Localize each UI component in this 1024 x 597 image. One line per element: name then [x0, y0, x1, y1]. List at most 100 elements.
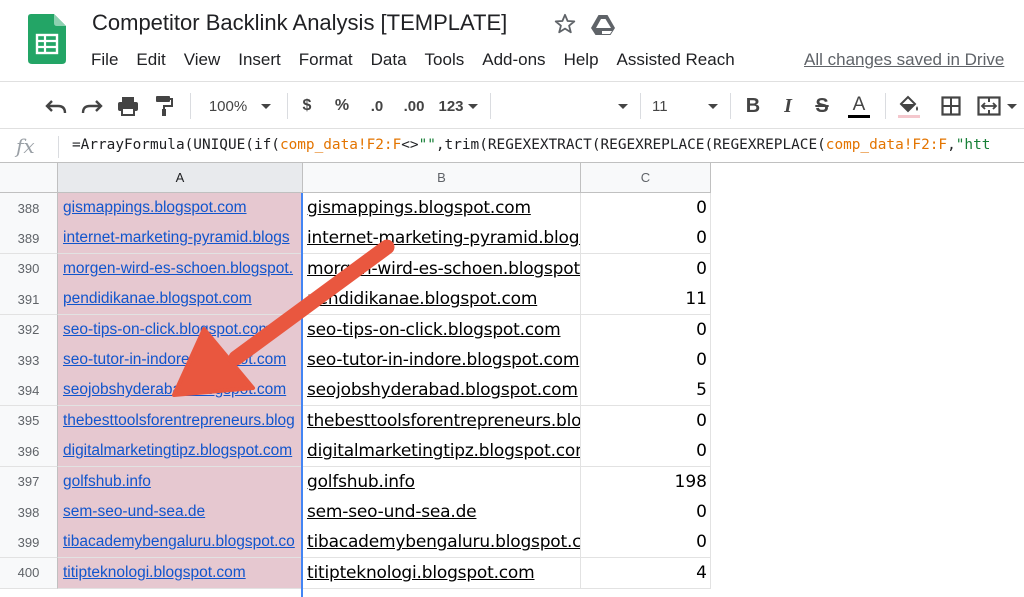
- cell-a[interactable]: thebesttoolsforentrepreneurs.blog: [58, 405, 303, 437]
- row-header[interactable]: 395: [0, 405, 58, 437]
- cell-c[interactable]: 11: [581, 284, 711, 316]
- row-header[interactable]: 389: [0, 223, 58, 255]
- fill-color-button[interactable]: [896, 92, 922, 120]
- formula-part: comp_data!F2:F: [279, 137, 402, 153]
- cell-b[interactable]: gismappings.blogspot.com: [303, 193, 581, 224]
- text-color-icon: A: [852, 93, 866, 115]
- cell-a[interactable]: seo-tutor-in-indore.blogspot.com: [58, 345, 303, 376]
- cell-c[interactable]: 0: [581, 314, 711, 346]
- cell-c[interactable]: 5: [581, 375, 711, 407]
- column-header-b[interactable]: B: [303, 163, 581, 193]
- column-header-a[interactable]: A: [58, 163, 303, 193]
- bold-button[interactable]: B: [741, 92, 765, 120]
- font-family-select[interactable]: [500, 92, 628, 120]
- paint-format-icon: [156, 96, 173, 116]
- cell-b[interactable]: golfshub.info: [303, 466, 581, 498]
- italic-button[interactable]: I: [776, 92, 800, 120]
- cell-b[interactable]: titipteknologi.blogspot.com: [303, 557, 581, 589]
- row-header[interactable]: 392: [0, 314, 58, 346]
- cell-a[interactable]: pendidikanae.blogspot.com: [58, 284, 303, 316]
- row-header[interactable]: 394: [0, 375, 58, 407]
- menu-edit[interactable]: Edit: [127, 48, 174, 72]
- menu-data[interactable]: Data: [362, 48, 416, 72]
- cell-a[interactable]: seo-tips-on-click.blogspot.com: [58, 314, 303, 346]
- undo-button[interactable]: [42, 92, 70, 120]
- cell-a[interactable]: golfshub.info: [58, 466, 303, 498]
- chevron-down-icon: [467, 103, 478, 109]
- document-title[interactable]: Competitor Backlink Analysis [TEMPLATE]: [92, 10, 507, 36]
- row-header[interactable]: 398: [0, 497, 58, 528]
- row-header[interactable]: 393: [0, 345, 58, 376]
- column-header-c[interactable]: C: [581, 163, 711, 193]
- toolbar: 100% $ % .0 .00 123 11 B I S A: [0, 83, 1024, 129]
- cell-a[interactable]: digitalmarketingtipz.blogspot.com: [58, 436, 303, 468]
- cell-c[interactable]: 0: [581, 193, 711, 224]
- menu-assisted-reach[interactable]: Assisted Reach: [608, 48, 744, 72]
- cell-c[interactable]: 0: [581, 223, 711, 255]
- save-status-link[interactable]: All changes saved in Drive: [804, 48, 1004, 72]
- row-header[interactable]: 391: [0, 284, 58, 316]
- more-formats-select[interactable]: 123: [436, 92, 480, 120]
- cell-b[interactable]: seo-tips-on-click.blogspot.com: [303, 314, 581, 346]
- cell-c[interactable]: 0: [581, 436, 711, 468]
- bold-icon: B: [745, 94, 761, 117]
- menu-help[interactable]: Help: [555, 48, 608, 72]
- sheets-logo[interactable]: [28, 14, 66, 64]
- cell-c[interactable]: 0: [581, 345, 711, 376]
- cell-b[interactable]: pendidikanae.blogspot.com: [303, 284, 581, 316]
- percent-format-button[interactable]: %: [330, 92, 354, 120]
- cell-a[interactable]: seojobshyderabad.blogspot.com: [58, 375, 303, 407]
- zoom-select[interactable]: 100%: [202, 92, 278, 120]
- cell-b[interactable]: seo-tutor-in-indore.blogspot.com: [303, 345, 581, 376]
- redo-button[interactable]: [78, 92, 106, 120]
- row-header[interactable]: 399: [0, 527, 58, 559]
- cell-a[interactable]: morgen-wird-es-schoen.blogspot.: [58, 253, 303, 285]
- decrease-decimal-button[interactable]: .0: [364, 92, 390, 120]
- star-icon[interactable]: [553, 12, 577, 36]
- font-size-select[interactable]: 11: [650, 92, 720, 120]
- menu-file[interactable]: File: [82, 48, 127, 72]
- print-button[interactable]: [114, 92, 142, 120]
- cell-b[interactable]: thebesttoolsforentrepreneurs.blog: [303, 405, 581, 437]
- cell-a[interactable]: tibacademybengaluru.blogspot.co: [58, 527, 303, 559]
- merge-cells-button[interactable]: [974, 92, 1020, 120]
- increase-decimal-button[interactable]: .00: [398, 92, 430, 120]
- formula-part: ,trim(REGEXEXTRACT(REGEXREPLACE(REGEXREP…: [435, 137, 826, 153]
- currency-format-button[interactable]: $: [296, 92, 318, 120]
- row-header[interactable]: 397: [0, 466, 58, 498]
- increase-decimal-label: .00: [403, 97, 425, 115]
- cell-a[interactable]: sem-seo-und-sea.de: [58, 497, 303, 528]
- cell-c[interactable]: 0: [581, 253, 711, 285]
- cell-b[interactable]: sem-seo-und-sea.de: [303, 497, 581, 528]
- row-header[interactable]: 400: [0, 557, 58, 589]
- menu-tools[interactable]: Tools: [416, 48, 474, 72]
- row-header[interactable]: 388: [0, 193, 58, 224]
- borders-button[interactable]: [938, 92, 964, 120]
- cell-a[interactable]: gismappings.blogspot.com: [58, 193, 303, 224]
- cell-b[interactable]: seojobshyderabad.blogspot.com: [303, 375, 581, 407]
- menu-format[interactable]: Format: [290, 48, 362, 72]
- menu-view[interactable]: View: [175, 48, 230, 72]
- menu-insert[interactable]: Insert: [229, 48, 290, 72]
- row-header[interactable]: 396: [0, 436, 58, 468]
- cell-c[interactable]: 4: [581, 557, 711, 589]
- cell-b[interactable]: internet-marketing-pyramid.blogs: [303, 223, 581, 255]
- cell-c[interactable]: 0: [581, 527, 711, 559]
- text-color-button[interactable]: A: [846, 92, 872, 120]
- fx-icon: fx: [16, 134, 35, 158]
- cell-c[interactable]: 0: [581, 405, 711, 437]
- cell-a[interactable]: internet-marketing-pyramid.blogs: [58, 223, 303, 255]
- drive-icon[interactable]: [590, 14, 616, 36]
- menu-add-ons[interactable]: Add-ons: [473, 48, 554, 72]
- select-all-corner[interactable]: [0, 163, 58, 193]
- cell-c[interactable]: 0: [581, 497, 711, 528]
- cell-a[interactable]: titipteknologi.blogspot.com: [58, 557, 303, 589]
- paint-format-button[interactable]: [150, 92, 178, 120]
- cell-b[interactable]: morgen-wird-es-schoen.blogspot.: [303, 253, 581, 285]
- cell-b[interactable]: digitalmarketingtipz.blogspot.com: [303, 436, 581, 468]
- row-header[interactable]: 390: [0, 253, 58, 285]
- cell-b[interactable]: tibacademybengaluru.blogspot.co: [303, 527, 581, 559]
- formula-input[interactable]: =ArrayFormula(UNIQUE(if(comp_data!F2:F<>…: [72, 137, 990, 153]
- strikethrough-button[interactable]: S: [810, 92, 834, 120]
- cell-c[interactable]: 198: [581, 466, 711, 498]
